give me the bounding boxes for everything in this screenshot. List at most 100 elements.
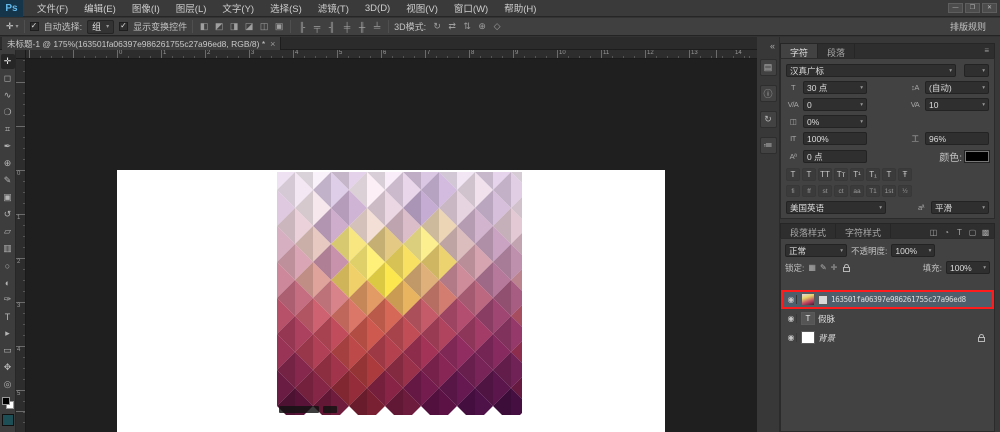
eraser-tool[interactable]: ▱ xyxy=(1,224,15,239)
3d-mode-icon[interactable]: ↻ xyxy=(431,21,443,32)
proportional-spacing-field[interactable]: 0%▾ xyxy=(803,115,867,128)
auto-select-dropdown[interactable]: 组 ▾ xyxy=(87,20,114,34)
opentype-button[interactable]: ff xyxy=(802,185,816,197)
healing-brush-tool[interactable]: ⊕ xyxy=(1,156,15,171)
dodge-tool[interactable]: ◐ xyxy=(1,275,15,290)
text-style-button[interactable]: T xyxy=(786,168,800,181)
opentype-button[interactable]: ct xyxy=(834,185,848,197)
align-icon[interactable]: ◫ xyxy=(258,21,270,32)
tab-character-styles[interactable]: 字符样式 xyxy=(836,224,891,238)
hand-tool[interactable]: ✥ xyxy=(1,360,15,375)
menu-item[interactable]: 选择(S) xyxy=(262,1,310,15)
antialias-dropdown[interactable]: 平滑▾ xyxy=(931,201,989,214)
horizontal-scale-field[interactable]: 96% xyxy=(925,132,989,145)
vertical-scale-field[interactable]: 100% xyxy=(803,132,867,145)
3d-mode-icon[interactable]: ⇅ xyxy=(461,21,473,32)
blend-mode-dropdown[interactable]: 正常▾ xyxy=(785,244,847,257)
gradient-tool[interactable]: ▥ xyxy=(1,241,15,256)
tab-close-icon[interactable]: × xyxy=(270,39,275,49)
lock-pixels-icon[interactable]: ✎ xyxy=(820,263,827,272)
layer-row[interactable]: ◉背景 xyxy=(781,328,994,347)
filter-smart-objects-icon[interactable]: ▩ xyxy=(980,228,991,237)
brush-tool[interactable]: ✎ xyxy=(1,173,15,188)
opentype-button[interactable]: ½ xyxy=(898,185,912,197)
info-panel-icon[interactable]: ⓘ xyxy=(760,85,777,102)
tab-character[interactable]: 字符 xyxy=(781,44,818,58)
expand-panels-icon[interactable]: « xyxy=(770,41,775,51)
text-style-button[interactable]: T xyxy=(802,168,816,181)
menu-item[interactable]: 图层(L) xyxy=(168,1,215,15)
history-panel-icon[interactable]: ↻ xyxy=(760,111,777,128)
foreground-color-swatch[interactable] xyxy=(2,397,10,405)
filter-pixel-layers-icon[interactable]: ◫ xyxy=(928,228,939,237)
filter-shape-layers-icon[interactable]: ▢ xyxy=(967,228,978,237)
document-tab[interactable]: 未标题-1 @ 175%(163501fa06397e986261755c27a… xyxy=(2,37,281,50)
font-size-field[interactable]: 30 点▾ xyxy=(803,81,867,94)
menu-item[interactable]: 窗口(W) xyxy=(446,1,496,15)
lock-transparency-icon[interactable]: ▦ xyxy=(808,263,816,272)
distribute-icon[interactable]: ╫ xyxy=(356,22,368,32)
filter-adjustment-layers-icon[interactable]: ◔ xyxy=(941,228,952,237)
diamond-pattern-image[interactable] xyxy=(277,172,522,415)
minimize-button[interactable]: — xyxy=(948,3,963,13)
opentype-button[interactable]: T1 xyxy=(866,185,880,197)
type-tool[interactable]: T xyxy=(1,309,15,324)
menu-item[interactable]: 视图(V) xyxy=(398,1,446,15)
shape-tool[interactable]: ▭ xyxy=(1,343,15,358)
visibility-eye-icon[interactable]: ◉ xyxy=(786,295,797,304)
screen-mode-swatch[interactable] xyxy=(2,414,14,426)
distribute-icon[interactable]: ╤ xyxy=(311,22,323,32)
text-style-button[interactable]: Tт xyxy=(834,168,848,181)
kerning-field[interactable]: 0▾ xyxy=(803,98,867,111)
menu-item[interactable]: 帮助(H) xyxy=(496,1,544,15)
filter-type-layers-icon[interactable]: T xyxy=(954,228,965,237)
clone-stamp-tool[interactable]: ▣ xyxy=(1,190,15,205)
language-dropdown[interactable]: 美国英语▾ xyxy=(786,201,886,214)
restore-button[interactable]: ❐ xyxy=(965,3,980,13)
menu-item[interactable]: 文字(Y) xyxy=(214,1,262,15)
text-color-swatch[interactable] xyxy=(965,151,989,162)
text-style-button[interactable]: Ŧ xyxy=(898,168,912,181)
text-style-button[interactable]: TT xyxy=(818,168,832,181)
3d-mode-icon[interactable]: ⇄ xyxy=(446,21,458,32)
blur-tool[interactable]: ○ xyxy=(1,258,15,273)
marquee-tool[interactable]: ◻ xyxy=(1,71,15,86)
menu-item[interactable]: 文件(F) xyxy=(29,1,76,15)
layer-row[interactable]: ◉163501fa06397e986261755c27a96ed8 xyxy=(781,290,994,309)
visibility-eye-icon[interactable]: ◉ xyxy=(786,333,797,342)
show-transform-checkbox[interactable] xyxy=(119,22,128,31)
close-button[interactable]: ✕ xyxy=(982,3,997,13)
layer-row[interactable]: ◉T假脉 xyxy=(781,309,994,328)
swatches-panel-icon[interactable]: ▤ xyxy=(760,59,777,76)
properties-panel-icon[interactable]: ≔ xyxy=(760,137,777,154)
menu-item[interactable]: 3D(D) xyxy=(357,3,398,14)
font-style-dropdown[interactable]: ▾ xyxy=(964,64,989,77)
opentype-button[interactable]: st xyxy=(818,185,832,197)
horizontal-ruler[interactable]: 01234567891011121314 xyxy=(26,50,757,59)
text-style-button[interactable]: T₁ xyxy=(866,168,880,181)
history-brush-tool[interactable]: ↺ xyxy=(1,207,15,222)
pen-tool[interactable]: ✑ xyxy=(1,292,15,307)
distribute-icon[interactable]: ╢ xyxy=(326,22,338,32)
text-style-button[interactable]: T¹ xyxy=(850,168,864,181)
opacity-field[interactable]: 100%▾ xyxy=(891,244,935,257)
3d-mode-icon[interactable]: ◇ xyxy=(491,21,503,32)
menu-item[interactable]: 图像(I) xyxy=(124,1,168,15)
align-icon[interactable]: ◩ xyxy=(213,21,225,32)
canvas-area[interactable] xyxy=(26,59,757,432)
text-style-button[interactable]: T xyxy=(882,168,896,181)
zoom-tool[interactable]: ◎ xyxy=(1,377,15,392)
workspace-switcher[interactable]: 排版规则 xyxy=(942,20,994,33)
align-icon[interactable]: ◪ xyxy=(243,21,255,32)
eyedropper-tool[interactable]: ✒ xyxy=(1,139,15,154)
visibility-eye-icon[interactable]: ◉ xyxy=(786,314,797,323)
distribute-icon[interactable]: ╟ xyxy=(296,22,308,32)
menu-item[interactable]: 滤镜(T) xyxy=(310,1,357,15)
opentype-button[interactable]: aa xyxy=(850,185,864,197)
align-icon[interactable]: ▣ xyxy=(273,21,285,32)
align-icon[interactable]: ◨ xyxy=(228,21,240,32)
align-icon[interactable]: ◧ xyxy=(198,21,210,32)
vertical-ruler[interactable]: 012345 xyxy=(16,59,26,432)
font-family-dropdown[interactable]: 汉真广标 ▾ xyxy=(786,64,956,77)
document-canvas[interactable] xyxy=(117,170,665,432)
